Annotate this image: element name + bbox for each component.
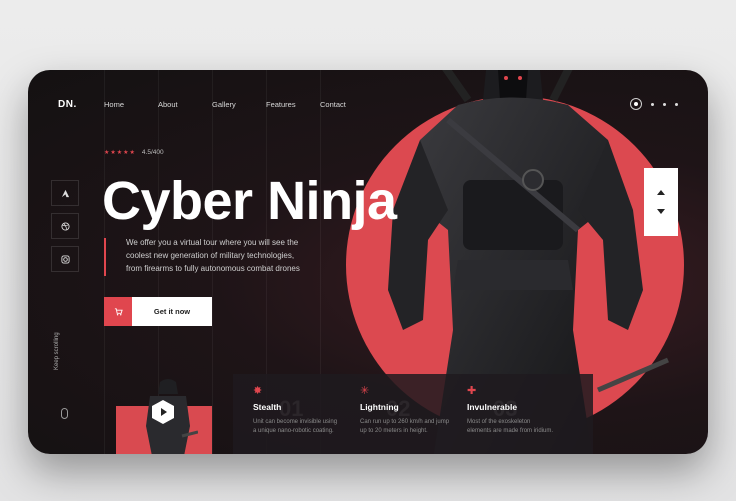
hero-title: Cyber Ninja xyxy=(102,171,397,231)
description-accent xyxy=(104,238,106,276)
arrow-up-icon[interactable] xyxy=(657,190,665,195)
adobe-icon xyxy=(61,189,69,197)
feature-description: Most of the exoskeleton elements are mad… xyxy=(467,418,572,436)
feature-number: 01 xyxy=(279,396,304,421)
rating-value: 4.5/400 xyxy=(141,149,164,156)
feature-desc-line: Most of the exoskeleton xyxy=(467,419,531,425)
nav-item-contact[interactable]: Contact xyxy=(320,100,346,109)
feature-title: Invulnerable xyxy=(467,402,518,412)
nav-item-features[interactable]: Features xyxy=(266,100,320,109)
description-line: We offer you a virtual tour where you wi… xyxy=(126,238,299,247)
nav-item-gallery[interactable]: Gallery xyxy=(212,100,266,109)
nav-item-home[interactable]: Home xyxy=(104,100,158,109)
feature-desc-line: up to 20 meters in height. xyxy=(360,428,428,434)
feature-number: 02 xyxy=(386,396,411,421)
instagram-icon xyxy=(60,254,70,264)
feature-description: Unit can become invisible using a unique… xyxy=(253,418,358,436)
description-line: from firearms to fully autonomous combat… xyxy=(126,264,300,273)
description-line: coolest new generation of military techn… xyxy=(126,251,295,260)
nav-item-about[interactable]: About xyxy=(158,100,212,109)
feature-desc-line: a unique nano-robotic coating. xyxy=(253,428,334,434)
video-thumbnail[interactable] xyxy=(116,376,212,454)
feature-description: Can run up to 260 km/h and jump up to 20… xyxy=(360,418,465,436)
star-rating-icon: ★★★★★ xyxy=(104,150,136,156)
menu-dot-icon[interactable] xyxy=(651,102,654,106)
get-it-now-button[interactable]: Get it now xyxy=(104,297,212,326)
feature-item: 01 ✸ Stealth Unit can become invisible u… xyxy=(253,386,358,436)
brand-logo[interactable]: DN. xyxy=(58,99,77,110)
top-right-controls xyxy=(630,98,678,110)
main-nav: Home About Gallery Features Contact xyxy=(104,100,346,109)
cart-icon xyxy=(104,297,132,326)
keep-scrolling-label: Keep scrolling xyxy=(54,332,60,370)
stealth-icon: ✸ xyxy=(253,385,263,397)
feature-desc-line: elements are made from iridium. xyxy=(467,428,554,434)
menu-dot-icon[interactable] xyxy=(663,102,666,106)
lightning-icon: ✳ xyxy=(360,385,370,397)
social-instagram[interactable] xyxy=(51,246,79,272)
target-icon[interactable] xyxy=(630,98,642,110)
hero-card: DN. Home About Gallery Features Contact … xyxy=(28,70,708,454)
dribbble-icon xyxy=(60,221,70,231)
cta-label: Get it now xyxy=(132,297,212,326)
feature-title: Stealth xyxy=(253,402,282,412)
feature-title: Lightning xyxy=(360,402,399,412)
shield-icon: ✚ xyxy=(467,385,477,397)
feature-desc-line: Unit can become invisible using xyxy=(253,419,338,425)
feature-number: 03 xyxy=(493,396,518,421)
feature-desc-line: Can run up to 260 km/h and jump xyxy=(360,419,450,425)
slide-arrows xyxy=(644,168,678,236)
social-dribbble[interactable] xyxy=(51,213,79,239)
rating: ★★★★★ 4.5/400 xyxy=(104,149,164,156)
feature-item: 02 ✳ Lightning Can run up to 260 km/h an… xyxy=(360,386,465,436)
features-panel: 01 ✸ Stealth Unit can become invisible u… xyxy=(233,374,593,454)
hero-description: We offer you a virtual tour where you wi… xyxy=(126,236,336,275)
social-adobe[interactable] xyxy=(51,180,79,206)
arrow-down-icon[interactable] xyxy=(657,209,665,214)
feature-item: 03 ✚ Invulnerable Most of the exoskeleto… xyxy=(467,386,572,436)
page-background: DN. Home About Gallery Features Contact … xyxy=(0,0,736,501)
menu-dot-icon[interactable] xyxy=(675,102,678,106)
mouse-icon xyxy=(61,408,68,419)
